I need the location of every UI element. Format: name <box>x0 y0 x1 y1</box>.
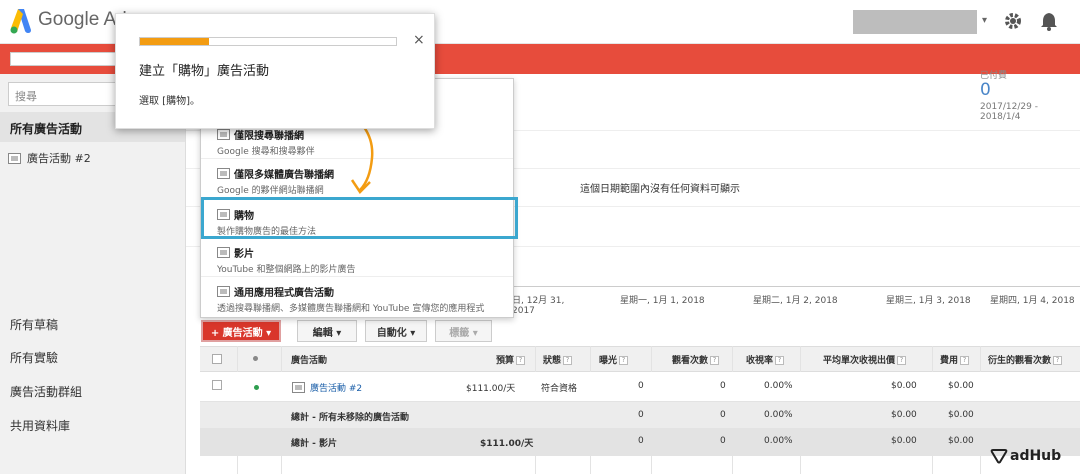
sidebar-item-label: 廣告活動 #2 <box>27 152 91 165</box>
views-cell: 0 <box>720 436 726 446</box>
chart-axis <box>510 286 1080 287</box>
column-header-avg-cpv[interactable]: 平均單次收視出價? <box>823 353 907 366</box>
sidebar-link-shared-library[interactable]: 共用資料庫 <box>10 417 70 434</box>
status-dot-icon <box>254 385 259 390</box>
menu-item-universal-app[interactable]: 通用應用程式廣告活動 透過搜尋聯播網、多媒體廣告聯播網和 YouTube 宣傳您… <box>201 278 513 316</box>
budget-cell: $111.00/天 <box>466 384 516 394</box>
column-header-status[interactable]: 狀態? <box>543 353 573 366</box>
axis-label: 星期一, 1月 1, 2018 <box>620 296 705 306</box>
guide-progress-bar <box>139 37 397 46</box>
view-rate-cell: 0.00% <box>764 410 793 420</box>
column-header-cost[interactable]: 費用? <box>940 353 970 366</box>
adhub-logo-icon <box>990 449 1008 464</box>
popup-title: 建立「購物」廣告活動 <box>139 64 270 79</box>
video-campaign-icon <box>292 382 305 393</box>
menu-item-title: 影片 <box>234 249 254 260</box>
column-header-view-rate[interactable]: 收視率? <box>746 353 785 366</box>
budget-cell: $111.00/天 <box>480 439 534 449</box>
automate-button[interactable]: 自動化 ▾ <box>365 320 427 342</box>
banner-field[interactable] <box>10 52 130 66</box>
app-campaign-icon <box>217 286 230 297</box>
campaign-link[interactable]: 廣告活動 #2 <box>292 381 362 394</box>
axis-label: 星期三, 1月 3, 2018 <box>886 296 971 306</box>
axis-label: 星期二, 1月 2, 2018 <box>753 296 838 306</box>
help-icon[interactable]: ? <box>563 356 573 365</box>
sidebar-link-experiments[interactable]: 所有實驗 <box>10 349 58 366</box>
impressions-cell: 0 <box>638 381 644 391</box>
menu-item-title: 通用應用程式廣告活動 <box>234 288 334 299</box>
status-dot-icon <box>253 356 258 361</box>
shopping-highlight-box <box>201 197 518 239</box>
total-label: 總計 - 所有未移除的廣告活動 <box>291 413 410 423</box>
menu-item-desc: Google 搜尋和搜尋夥伴 <box>217 147 315 157</box>
campaign-name[interactable]: 廣告活動 #2 <box>310 381 362 394</box>
add-campaign-button[interactable]: + 廣告活動 ▾ <box>201 320 281 342</box>
help-icon[interactable]: ? <box>775 356 785 365</box>
select-all-checkbox[interactable] <box>212 354 222 364</box>
help-icon[interactable]: ? <box>710 356 720 365</box>
bell-icon[interactable] <box>1040 11 1058 31</box>
view-rate-cell: 0.00% <box>764 436 793 446</box>
column-header-budget[interactable]: 預算? <box>496 353 526 366</box>
account-switcher[interactable] <box>853 10 977 34</box>
help-icon[interactable]: ? <box>1053 356 1063 365</box>
search-campaign-icon <box>217 129 230 140</box>
row-checkbox[interactable] <box>212 380 222 390</box>
help-icon[interactable]: ? <box>516 356 526 365</box>
status-cell: 符合資格 <box>541 384 578 394</box>
axis-label: 日, 12月 31, 2017 <box>512 296 565 316</box>
adhub-watermark: adHub <box>990 448 1061 464</box>
help-icon[interactable]: ? <box>897 356 907 365</box>
label-button[interactable]: 標籤 ▾ <box>435 320 492 342</box>
avg-cpv-cell: $0.00 <box>891 436 917 446</box>
video-campaign-icon <box>217 247 230 258</box>
cost-cell: $0.00 <box>948 381 974 391</box>
chevron-down-icon[interactable]: ▾ <box>982 15 987 26</box>
menu-item-desc: YouTube 和整個網路上的影片廣告 <box>217 265 356 275</box>
axis-label: 星期四, 1月 4, 2018 <box>990 296 1075 306</box>
sidebar-link-drafts[interactable]: 所有草稿 <box>10 316 58 333</box>
stat-value: 0 <box>980 80 991 100</box>
column-header-earned-views[interactable]: 衍生的觀看次數? <box>988 353 1063 366</box>
sidebar-divider <box>185 74 186 474</box>
guide-arrow-icon <box>350 119 374 194</box>
impressions-cell: 0 <box>638 410 644 420</box>
guide-progress-fill <box>140 38 210 45</box>
avg-cpv-cell: $0.00 <box>891 410 917 420</box>
avg-cpv-cell: $0.00 <box>891 381 917 391</box>
video-campaign-icon <box>8 152 21 164</box>
sidebar-item-campaign[interactable]: 廣告活動 #2 <box>8 150 91 166</box>
cost-cell: $0.00 <box>948 436 974 446</box>
display-campaign-icon <box>217 168 230 179</box>
views-cell: 0 <box>720 381 726 391</box>
column-header-campaign[interactable]: 廣告活動 <box>291 353 327 366</box>
help-icon[interactable]: ? <box>960 356 970 365</box>
adhub-text: adHub <box>1010 448 1062 464</box>
gear-icon[interactable] <box>1003 11 1023 31</box>
column-header-impressions[interactable]: 曝光? <box>599 353 629 366</box>
stat-date-range: 2017/12/29 - 2018/1/4 <box>980 102 1038 122</box>
impressions-cell: 0 <box>638 436 644 446</box>
cost-cell: $0.00 <box>948 410 974 420</box>
close-icon[interactable]: × <box>413 32 425 48</box>
menu-item-desc: 透過搜尋聯播網、多媒體廣告聯播網和 YouTube 宣傳您的應用程式 <box>217 304 485 314</box>
menu-item-title: 僅限搜尋聯播網 <box>234 131 304 142</box>
menu-item-video[interactable]: 影片 YouTube 和整個網路上的影片廣告 <box>201 239 513 277</box>
popup-instruction: 選取 [購物]。 <box>139 96 200 107</box>
help-icon[interactable]: ? <box>619 356 629 365</box>
edit-button[interactable]: 編輯 ▾ <box>297 320 357 342</box>
menu-item-title: 僅限多媒體廣告聯播網 <box>234 170 334 181</box>
view-rate-cell: 0.00% <box>764 381 793 391</box>
google-ads-logo-icon <box>10 9 31 34</box>
column-header-views[interactable]: 觀看次數? <box>672 353 720 366</box>
views-cell: 0 <box>720 410 726 420</box>
chart-empty-message: 這個日期範圍內沒有任何資料可顯示 <box>580 184 740 195</box>
total-label: 總計 - 影片 <box>291 439 338 449</box>
sidebar-link-campaign-groups[interactable]: 廣告活動群組 <box>10 383 82 400</box>
menu-item-desc: Google 的夥伴網站聯播網 <box>217 186 324 196</box>
search-input[interactable]: 搜尋 <box>8 82 120 106</box>
logo-text: Google Ad <box>38 9 127 30</box>
